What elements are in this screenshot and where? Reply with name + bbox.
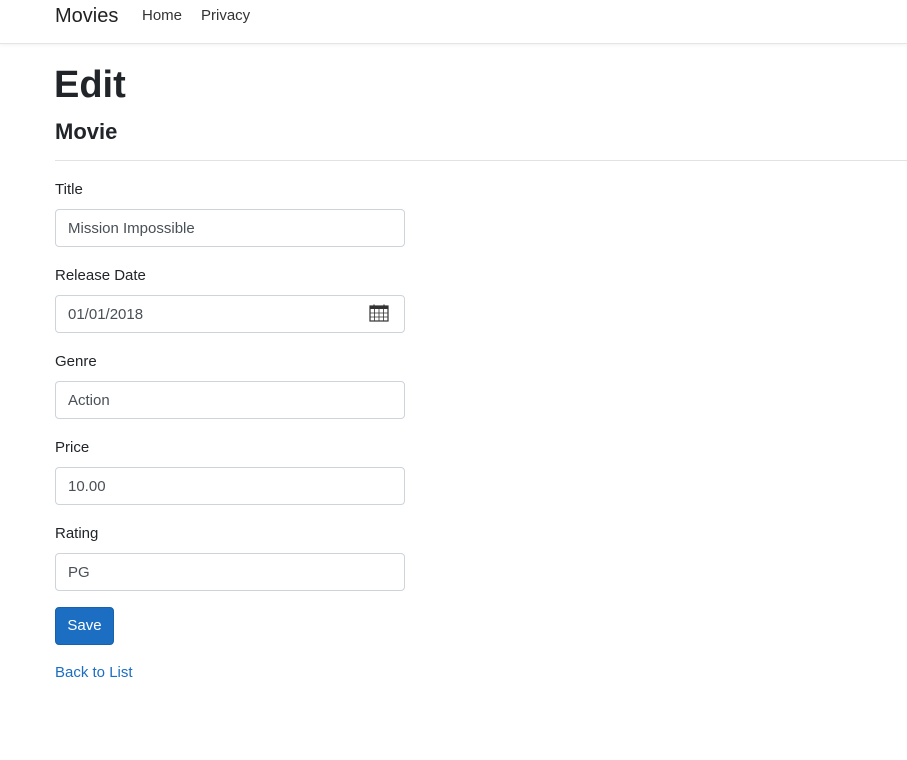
- rating-input[interactable]: [55, 553, 405, 591]
- divider: [55, 160, 907, 161]
- genre-label: Genre: [55, 353, 97, 370]
- rating-label: Rating: [55, 525, 99, 542]
- title-input[interactable]: [55, 209, 405, 247]
- release-date-input[interactable]: [55, 295, 405, 333]
- back-to-list-link[interactable]: Back to List: [55, 664, 133, 682]
- save-button[interactable]: Save: [55, 607, 114, 645]
- page-subtitle: Movie: [55, 119, 118, 144]
- price-label: Price: [55, 439, 90, 456]
- page-title: Edit: [54, 64, 126, 106]
- title-label: Title: [55, 181, 83, 198]
- price-input[interactable]: [55, 467, 405, 505]
- nav-home-link[interactable]: Home: [142, 7, 182, 25]
- genre-input[interactable]: [55, 381, 405, 419]
- nav-privacy-link[interactable]: Privacy: [201, 7, 250, 25]
- release-date-label: Release Date: [55, 267, 146, 284]
- top-navbar: Movies Home Privacy: [0, 0, 907, 44]
- brand-link[interactable]: Movies: [55, 5, 118, 27]
- calendar-icon[interactable]: [369, 304, 389, 322]
